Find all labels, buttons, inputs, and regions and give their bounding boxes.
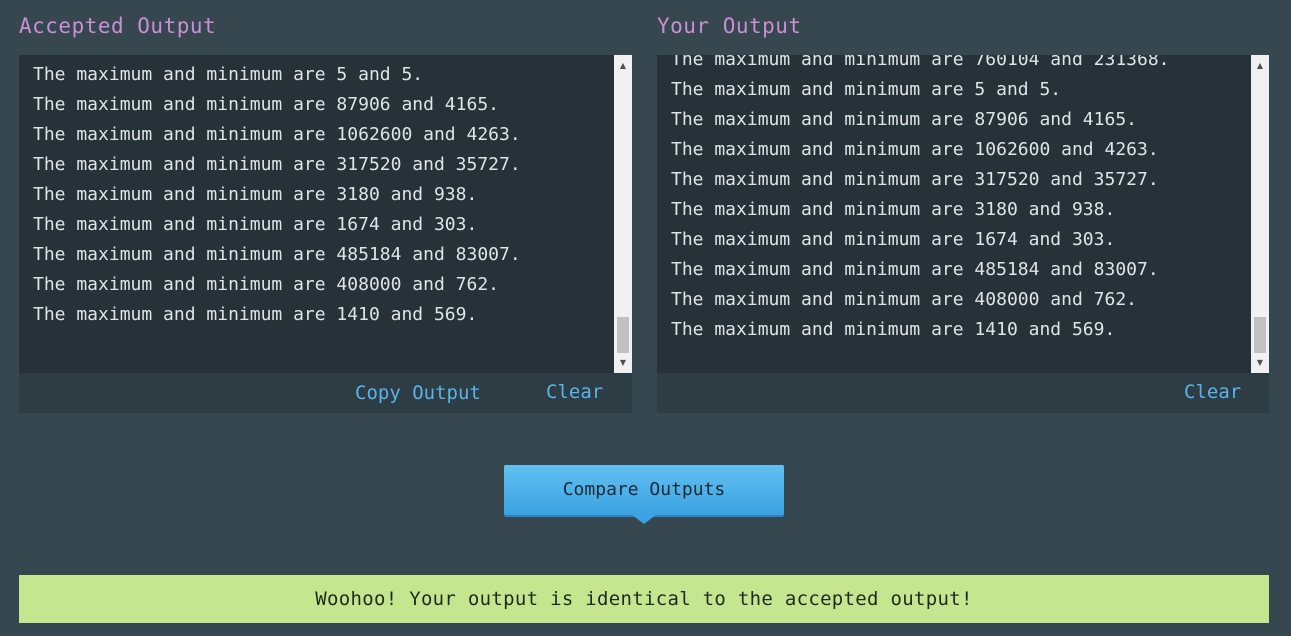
output-line: The maximum and minimum are 317520 and 3… [671,169,1159,190]
your-output-lines: The maximum and minimum are 760104 and 2… [671,55,1245,345]
output-line: The maximum and minimum are 1062600 and … [33,124,521,145]
output-line: The maximum and minimum are 3180 and 938… [671,199,1116,220]
output-line: The maximum and minimum are 1410 and 569… [33,304,478,325]
output-line: The maximum and minimum are 317520 and 3… [33,154,521,175]
your-output-scrollbar[interactable]: ▲ ▼ [1251,55,1269,373]
output-line: The maximum and minimum are 1674 and 303… [33,214,478,235]
your-clear-button[interactable]: Clear [1184,381,1241,403]
your-output-title: Your Output [657,14,802,38]
output-line: The maximum and minimum are 408000 and 7… [33,274,499,295]
accepted-output-scrollbar[interactable]: ▲ ▼ [614,55,632,373]
output-line: The maximum and minimum are 3180 and 938… [33,184,478,205]
your-output-footer: Clear [657,373,1269,413]
output-line: The maximum and minimum are 760104 and 2… [671,55,1170,70]
output-line: The maximum and minimum are 87906 and 41… [33,94,499,115]
scrollbar-thumb[interactable] [1254,317,1266,353]
output-line: The maximum and minimum are 485184 and 8… [671,259,1159,280]
your-output-textarea[interactable]: The maximum and minimum are 760104 and 2… [657,55,1269,373]
copy-output-button[interactable]: Copy Output [355,382,481,404]
accepted-output-textarea[interactable]: The maximum and minimum are 5 and 5. The… [19,55,632,373]
accepted-output-footer: Copy Output Clear [19,373,632,413]
accepted-output-panel: The maximum and minimum are 5 and 5. The… [19,55,632,413]
scroll-up-arrow-icon[interactable]: ▲ [614,57,632,74]
result-message-banner: Woohoo! Your output is identical to the … [19,575,1269,623]
accepted-clear-button[interactable]: Clear [546,381,603,403]
scroll-down-arrow-icon[interactable]: ▼ [1251,354,1269,371]
scroll-down-arrow-icon[interactable]: ▼ [614,354,632,371]
scroll-up-arrow-icon[interactable]: ▲ [1251,57,1269,74]
accepted-output-lines: The maximum and minimum are 5 and 5. The… [33,60,608,330]
output-line: The maximum and minimum are 1674 and 303… [671,229,1116,250]
output-line: The maximum and minimum are 1062600 and … [671,139,1159,160]
compare-button-pointer [632,515,656,524]
output-line: The maximum and minimum are 5 and 5. [33,64,424,85]
output-line: The maximum and minimum are 1410 and 569… [671,319,1116,340]
output-line: The maximum and minimum are 5 and 5. [671,79,1062,100]
scrollbar-thumb[interactable] [617,317,629,353]
output-line: The maximum and minimum are 408000 and 7… [671,289,1137,310]
accepted-output-title: Accepted Output [19,14,217,38]
output-line: The maximum and minimum are 87906 and 41… [671,109,1137,130]
output-line: The maximum and minimum are 485184 and 8… [33,244,521,265]
your-output-panel: The maximum and minimum are 760104 and 2… [657,55,1269,413]
compare-outputs-button[interactable]: Compare Outputs [504,465,784,515]
